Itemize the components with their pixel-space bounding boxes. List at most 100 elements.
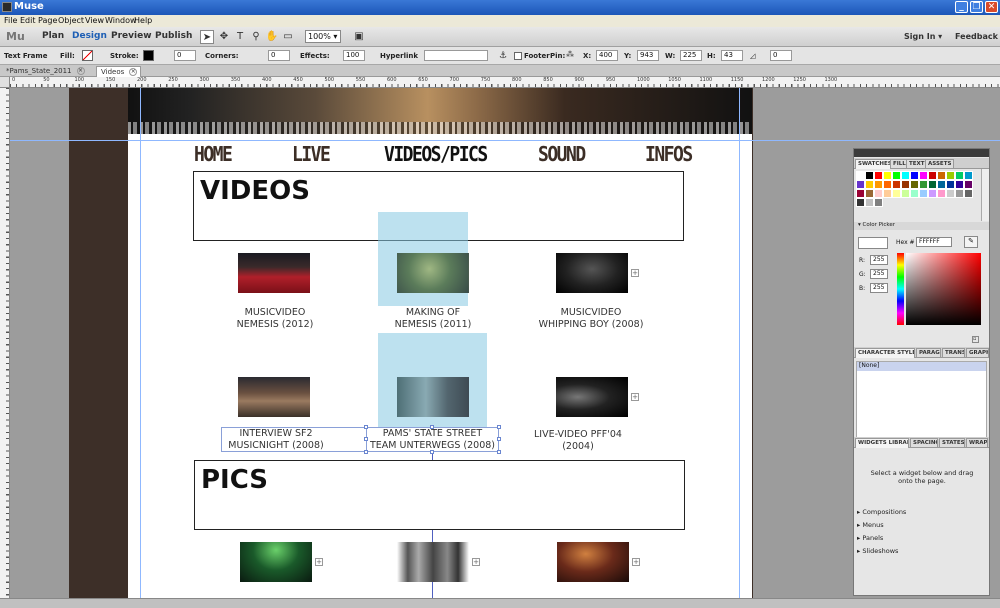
stroke-swatch[interactable] (143, 50, 154, 61)
add-icon[interactable]: + (631, 393, 639, 401)
view-options-icon[interactable]: ▣ (352, 30, 366, 44)
add-icon[interactable]: + (315, 558, 323, 566)
menu-view[interactable]: View (85, 16, 104, 25)
color-swatch[interactable] (865, 171, 874, 180)
b-field[interactable]: 255 (870, 283, 888, 293)
tab-paragraph[interactable]: PARAGRA (916, 348, 941, 358)
color-swatch[interactable] (955, 189, 964, 198)
restore-icon[interactable]: ❐ (970, 1, 983, 13)
nav-live[interactable]: LIVE (292, 142, 331, 166)
color-swatch[interactable] (928, 171, 937, 180)
close-tab-icon[interactable]: × (129, 68, 138, 76)
corners-field[interactable]: 0 (268, 50, 290, 61)
nav-videos-pics[interactable]: VIDEOS/PICS (384, 142, 488, 166)
tab-videos[interactable]: Videos × (96, 66, 142, 77)
selection-tool-icon[interactable]: ➤ (200, 30, 214, 44)
close-tab-icon[interactable]: × (76, 67, 85, 75)
menu-edit[interactable]: Edit (20, 16, 36, 25)
color-swatch[interactable] (910, 189, 919, 198)
pics-heading-box[interactable]: PICS (194, 460, 685, 530)
tab-wrap[interactable]: WRAP (966, 438, 988, 448)
color-swatch[interactable] (865, 189, 874, 198)
tab-swatches[interactable]: SWATCHES (855, 159, 895, 169)
crop-tool-icon[interactable]: ✥ (217, 30, 231, 44)
add-icon[interactable]: + (472, 558, 480, 566)
g-field[interactable]: 255 (870, 269, 888, 279)
color-swatch[interactable] (946, 189, 955, 198)
color-swatch[interactable] (937, 180, 946, 189)
color-swatch[interactable] (928, 180, 937, 189)
swatch-scrollbar[interactable] (981, 169, 989, 221)
tab-graphic[interactable]: GRAPHI (966, 348, 989, 358)
r-field[interactable]: 255 (870, 255, 888, 265)
color-swatch[interactable] (964, 189, 973, 198)
swatch-grid[interactable] (856, 171, 980, 207)
color-swatch[interactable] (865, 180, 874, 189)
effects-field[interactable]: 100 (343, 50, 365, 61)
tab-character-styles[interactable]: CHARACTER STYLES (855, 348, 915, 358)
mode-plan[interactable]: Plan (42, 31, 64, 41)
color-swatch[interactable] (892, 180, 901, 189)
tab-spacing[interactable]: SPACING (910, 438, 938, 448)
panel-grip[interactable] (854, 149, 989, 157)
color-field[interactable] (906, 253, 981, 325)
color-swatch[interactable] (928, 189, 937, 198)
menu-page[interactable]: Page (38, 16, 57, 25)
pic-stage-green[interactable] (240, 542, 312, 582)
footer-checkbox[interactable] (514, 52, 522, 60)
thumbnail-musicvideo-nemesis[interactable] (238, 253, 310, 293)
widget-group-menus[interactable]: ▸ Menus (857, 521, 987, 529)
header-banner-image[interactable] (128, 88, 752, 134)
color-swatch[interactable] (856, 189, 865, 198)
add-icon[interactable]: + (632, 558, 640, 566)
pic-band-photo[interactable] (397, 542, 469, 582)
menu-window[interactable]: Window (105, 16, 137, 25)
hex-field[interactable]: FFFFFF (916, 237, 952, 247)
color-swatch[interactable] (955, 180, 964, 189)
hue-slider[interactable] (897, 253, 904, 325)
thumbnail-interview-sf2[interactable] (238, 377, 310, 417)
stroke-width-field[interactable]: 0 (174, 50, 196, 61)
color-swatch[interactable] (874, 171, 883, 180)
color-swatch[interactable] (937, 171, 946, 180)
tab-assets[interactable]: ASSETS (925, 159, 955, 169)
widget-group-compositions[interactable]: ▸ Compositions (857, 508, 987, 516)
feedback-link[interactable]: Feedback (955, 32, 998, 41)
color-swatch[interactable] (883, 180, 892, 189)
w-field[interactable]: 225 (680, 50, 702, 61)
mode-preview[interactable]: Preview (111, 31, 152, 41)
nav-home[interactable]: HOME (194, 142, 233, 166)
color-swatch[interactable] (964, 180, 973, 189)
thumbnail-making-of[interactable] (397, 253, 469, 293)
thumbnail-street-team[interactable] (397, 377, 469, 417)
color-swatch[interactable] (856, 171, 865, 180)
widget-group-panels[interactable]: ▸ Panels (857, 534, 987, 542)
character-styles-list[interactable]: [None] (856, 361, 987, 441)
zoom-tool-icon[interactable]: ⚲ (249, 30, 263, 44)
mode-publish[interactable]: Publish (155, 31, 192, 41)
rectangle-tool-icon[interactable]: ▭ (281, 30, 295, 44)
tab-transform[interactable]: TRANSF (942, 348, 965, 358)
nav-sound[interactable]: SOUND (538, 142, 586, 166)
anchor-icon[interactable]: ⚓ (496, 49, 510, 63)
color-swatch[interactable] (892, 171, 901, 180)
color-swatch[interactable] (910, 180, 919, 189)
color-swatch[interactable] (919, 180, 928, 189)
color-swatch[interactable] (883, 189, 892, 198)
nav-infos[interactable]: INFOS (645, 142, 693, 166)
color-swatch[interactable] (856, 180, 865, 189)
color-swatch[interactable] (901, 171, 910, 180)
color-swatch[interactable] (946, 180, 955, 189)
color-swatch[interactable] (865, 198, 874, 207)
thumbnail-live-video[interactable] (556, 377, 628, 417)
widget-group-slideshows[interactable]: ▸ Slideshows (857, 547, 987, 555)
tab-pams-state[interactable]: *Pams_State_2011 × (2, 66, 88, 77)
hand-tool-icon[interactable]: ✋ (265, 30, 279, 44)
mode-design[interactable]: Design (72, 31, 107, 41)
ruler-origin[interactable] (0, 77, 10, 88)
color-swatch[interactable] (892, 189, 901, 198)
add-icon[interactable]: + (631, 269, 639, 277)
panel-options-icon[interactable]: ▫ (972, 336, 979, 343)
color-swatch[interactable] (901, 180, 910, 189)
color-swatch[interactable] (883, 171, 892, 180)
